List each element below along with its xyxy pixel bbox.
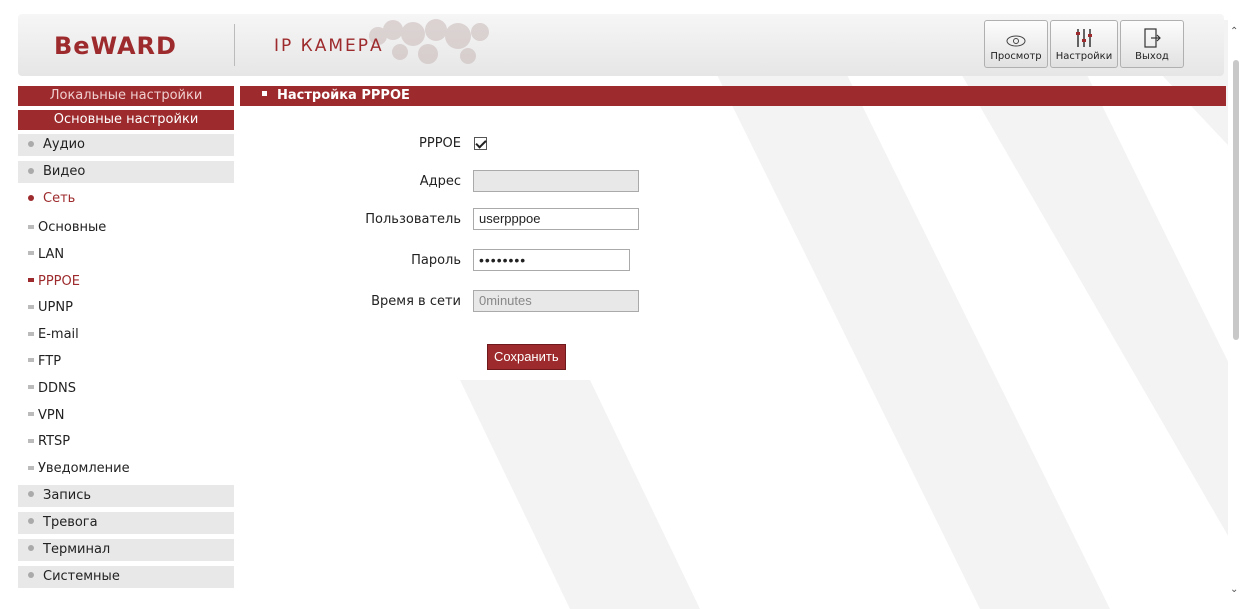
sidebar-item-audio[interactable]: Аудио xyxy=(18,134,234,156)
chevron-down-icon[interactable]: ⌄ xyxy=(1230,584,1238,595)
sidebar: Локальные настройки Основные настройки А… xyxy=(18,86,234,593)
beward-logo: BeWARD xyxy=(54,32,177,60)
exit-icon xyxy=(1144,28,1161,48)
bullet-icon xyxy=(28,251,34,256)
sidebar-subitem-vpn[interactable]: VPN xyxy=(18,403,234,430)
exit-button-label: Выход xyxy=(1135,51,1169,62)
user-input[interactable]: userpppoe xyxy=(473,208,639,230)
bullet-icon xyxy=(28,194,34,201)
online-time-row: Время в сети 0minutes xyxy=(240,290,639,312)
view-button-label: Просмотр xyxy=(990,51,1042,62)
sidebar-subitem-label: PPPOE xyxy=(38,273,80,289)
user-row: Пользователь userpppoe xyxy=(240,208,639,230)
bullet-icon xyxy=(28,465,34,470)
sidebar-basic-settings[interactable]: Основные настройки xyxy=(18,110,234,130)
header-toolbar: Просмотр Настройки Выход xyxy=(984,20,1184,68)
bullet-icon xyxy=(28,278,34,283)
settings-button[interactable]: Настройки xyxy=(1050,20,1118,68)
sidebar-item-label: Терминал xyxy=(43,541,111,557)
sidebar-local-settings[interactable]: Локальные настройки xyxy=(18,86,234,106)
address-label: Адрес xyxy=(419,173,461,189)
sidebar-item-label: Системные xyxy=(43,568,120,584)
eye-icon xyxy=(1006,35,1026,47)
sidebar-item-network[interactable]: Сеть xyxy=(18,188,234,210)
bullet-icon xyxy=(28,304,34,309)
section-title-bar: Настройка PPPOE xyxy=(240,86,1226,106)
bullet-icon xyxy=(28,385,34,390)
scrollbar-thumb[interactable] xyxy=(1233,60,1239,340)
section-title: Настройка PPPOE xyxy=(277,88,410,103)
sidebar-subitem-pppoe[interactable]: PPPOE xyxy=(18,269,234,296)
bullet-icon xyxy=(28,438,34,443)
address-row: Адрес xyxy=(240,170,639,192)
password-input[interactable]: •••••••• xyxy=(473,249,630,271)
bullet-icon xyxy=(28,331,34,336)
sidebar-subitem-label: UPNP xyxy=(38,300,73,316)
exit-button[interactable]: Выход xyxy=(1120,20,1184,68)
sidebar-subitem-label: LAN xyxy=(38,246,65,262)
bullet-icon xyxy=(262,91,267,96)
sidebar-subitem-label: DDNS xyxy=(38,380,76,396)
bullet-icon xyxy=(28,224,34,229)
sidebar-subitem-basic[interactable]: Основные xyxy=(18,215,234,242)
bullet-icon xyxy=(28,412,34,417)
sidebar-item-label: Видео xyxy=(43,164,86,179)
sidebar-subitem-ddns[interactable]: DDNS xyxy=(18,376,234,403)
bullet-icon xyxy=(28,358,34,363)
sidebar-item-label: Аудио xyxy=(43,137,85,152)
sidebar-item-label: Запись xyxy=(43,487,92,503)
sidebar-subitem-label: Уведомление xyxy=(38,461,130,477)
password-label: Пароль xyxy=(411,252,461,268)
view-button[interactable]: Просмотр xyxy=(984,20,1048,68)
sidebar-subitem-ftp[interactable]: FTP xyxy=(18,349,234,376)
pppoe-row: PPPOE xyxy=(240,136,487,151)
main-content: Настройка PPPOE PPPOE Адрес Пользователь… xyxy=(240,86,1226,370)
sidebar-subitem-label: RTSP xyxy=(38,434,71,450)
password-row: Пароль •••••••• xyxy=(240,249,630,271)
bullet-icon xyxy=(28,140,34,147)
pppoe-label: PPPOE xyxy=(419,136,461,151)
bullet-icon xyxy=(28,545,34,552)
sidebar-subitem-label: VPN xyxy=(38,407,65,423)
bullet-icon xyxy=(28,491,34,498)
sidebar-item-label: Тревога xyxy=(43,514,98,530)
settings-button-label: Настройки xyxy=(1055,51,1113,62)
sidebar-item-label: Сеть xyxy=(43,191,76,206)
bullet-icon xyxy=(28,167,34,174)
bullet-icon xyxy=(28,518,34,525)
page-scrollbar[interactable]: ⌃ ⌄ xyxy=(1228,0,1242,609)
header-divider xyxy=(234,24,235,66)
online-time-input[interactable]: 0minutes xyxy=(473,290,639,312)
bullet-icon xyxy=(28,572,34,579)
sidebar-item-alarm[interactable]: Тревога xyxy=(18,511,234,534)
sidebar-item-system[interactable]: Системные xyxy=(18,565,234,588)
pppoe-checkbox[interactable] xyxy=(474,137,487,150)
sidebar-item-video[interactable]: Видео xyxy=(18,161,234,183)
sidebar-item-terminal[interactable]: Терминал xyxy=(18,538,234,561)
sidebar-item-record[interactable]: Запись xyxy=(18,484,234,507)
online-time-label: Время в сети xyxy=(371,293,461,309)
app-header: BeWARD IP КАМЕРА Просмотр Настройки Выхо… xyxy=(18,14,1224,76)
user-label: Пользователь xyxy=(365,211,461,227)
sidebar-subitem-notification[interactable]: Уведомление xyxy=(18,456,234,483)
sidebar-subitem-lan[interactable]: LAN xyxy=(18,242,234,269)
product-subtitle: IP КАМЕРА xyxy=(274,36,384,56)
sidebar-subitem-rtsp[interactable]: RTSP xyxy=(18,429,234,456)
sidebar-subitem-label: E-mail xyxy=(38,327,79,343)
chevron-up-icon[interactable]: ⌃ xyxy=(1230,26,1238,37)
sidebar-subitem-label: FTP xyxy=(38,353,62,369)
sidebar-subitem-label: Основные xyxy=(38,220,107,235)
address-input[interactable] xyxy=(473,170,639,192)
sliders-icon xyxy=(1076,29,1092,47)
sidebar-subitem-email[interactable]: E-mail xyxy=(18,322,234,349)
save-button[interactable]: Сохранить xyxy=(487,344,566,370)
sidebar-subitem-upnp[interactable]: UPNP xyxy=(18,295,234,322)
